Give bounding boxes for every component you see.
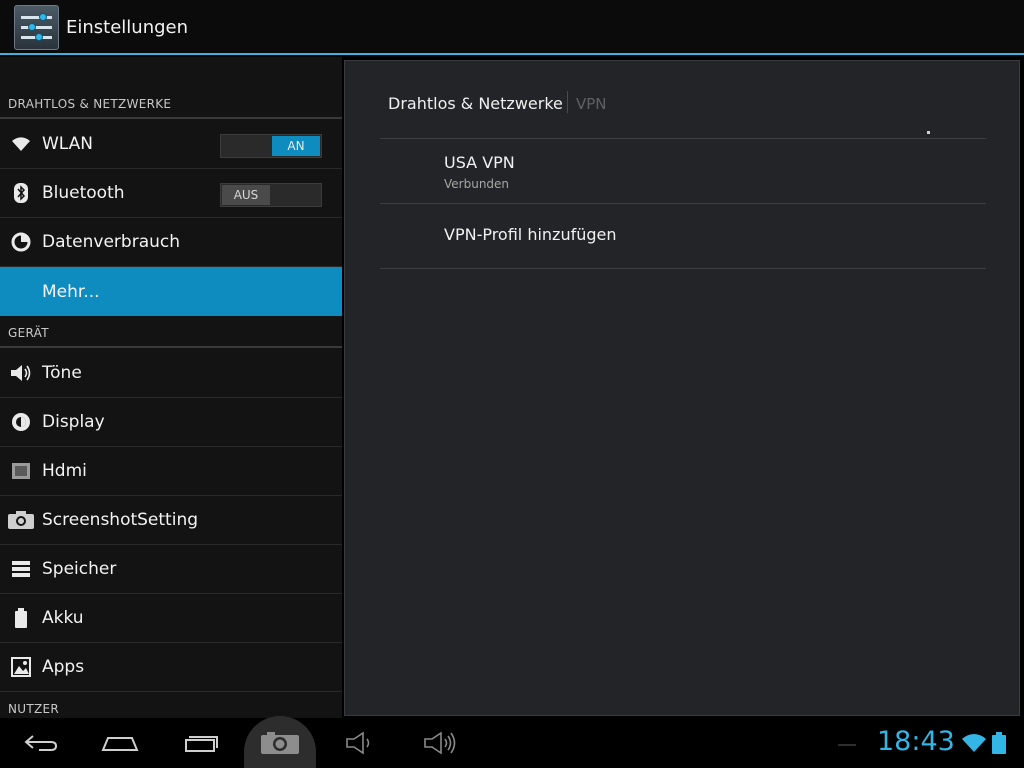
- app-title: Einstellungen: [66, 17, 189, 38]
- breadcrumb-separator: [567, 91, 568, 113]
- sidebar-item-wlan[interactable]: WLAN AN: [0, 120, 342, 169]
- sidebar-item-bluetooth[interactable]: Bluetooth AUS: [0, 169, 342, 218]
- detail-card: Drahtlos & Netzwerke VPN USA VPN Verbund…: [344, 60, 1020, 716]
- wlan-toggle[interactable]: AN: [220, 134, 322, 158]
- volume-up-icon[interactable]: [418, 718, 462, 768]
- vpn-item-title: VPN-Profil hinzufügen: [444, 225, 617, 244]
- apps-icon: [0, 643, 42, 692]
- storage-icon: [0, 545, 42, 594]
- hdmi-icon: [0, 447, 42, 496]
- action-bar-divider: [0, 53, 1024, 55]
- sidebar-item-battery[interactable]: Akku: [0, 594, 342, 643]
- home-icon[interactable]: [96, 718, 144, 768]
- vpn-item-summary: Verbunden: [444, 177, 510, 191]
- bluetooth-icon: [0, 169, 42, 218]
- bluetooth-toggle[interactable]: AUS: [220, 183, 322, 207]
- section-header-device: GERÄT: [8, 326, 49, 340]
- vpn-item-usa[interactable]: USA VPN Verbunden: [380, 139, 986, 203]
- settings-icon[interactable]: [14, 5, 59, 50]
- divider: [380, 268, 986, 269]
- sidebar-item-more[interactable]: Mehr...: [0, 267, 342, 316]
- sidebar-item-label: ScreenshotSetting: [42, 510, 199, 530]
- screenshot-icon[interactable]: [252, 718, 308, 768]
- speaker-icon: [0, 349, 42, 398]
- sidebar-item-label: WLAN: [42, 134, 94, 154]
- section-header-wireless: DRAHTLOS & NETZWERKE: [8, 97, 172, 111]
- vpn-item-title: USA VPN: [444, 153, 515, 172]
- toggle-state: AUS: [222, 185, 270, 205]
- sidebar-item-data-usage[interactable]: Datenverbrauch: [0, 218, 342, 267]
- sidebar-item-label: Töne: [42, 363, 82, 383]
- add-vpn-profile-item[interactable]: VPN-Profil hinzufügen: [380, 204, 986, 268]
- sidebar-item-label: Mehr...: [42, 281, 100, 302]
- sidebar-item-screenshot-setting[interactable]: ScreenshotSetting: [0, 496, 342, 545]
- battery-icon: [0, 594, 42, 643]
- sidebar-item-label: Datenverbrauch: [42, 232, 181, 252]
- settings-sidebar: DRAHTLOS & NETZWERKE WLAN AN Bluetooth A…: [0, 57, 342, 718]
- wifi-icon: [0, 120, 42, 169]
- volume-down-icon[interactable]: [340, 718, 380, 768]
- toggle-state: AN: [272, 136, 320, 156]
- menu-dot: [927, 131, 930, 134]
- sidebar-item-label: Hdmi: [42, 461, 87, 481]
- navigation-bar: 18:43: [0, 716, 1024, 768]
- action-bar: Einstellungen: [0, 0, 1024, 55]
- divider: [0, 346, 342, 348]
- sidebar-item-label: Apps: [42, 657, 85, 677]
- clock[interactable]: 18:43: [877, 726, 955, 757]
- breadcrumb-current: VPN: [576, 95, 607, 113]
- sidebar-item-sounds[interactable]: Töne: [0, 349, 342, 398]
- sidebar-item-apps[interactable]: Apps: [0, 643, 342, 692]
- camera-icon: [0, 496, 42, 545]
- sidebar-item-label: Bluetooth: [42, 183, 125, 203]
- battery-icon: [992, 732, 1006, 758]
- wifi-icon: [960, 732, 988, 758]
- sidebar-item-label: Speicher: [42, 559, 117, 579]
- brightness-icon: [0, 398, 42, 447]
- sidebar-item-hdmi[interactable]: Hdmi: [0, 447, 342, 496]
- detail-pane: Drahtlos & Netzwerke VPN USA VPN Verbund…: [342, 57, 1024, 718]
- sidebar-item-label: Display: [42, 412, 105, 432]
- sidebar-item-label: Akku: [42, 608, 84, 628]
- recent-apps-icon[interactable]: [178, 718, 224, 768]
- status-divider: [838, 744, 856, 746]
- divider: [0, 117, 342, 119]
- data-usage-icon: [0, 218, 42, 267]
- sidebar-item-display[interactable]: Display: [0, 398, 342, 447]
- back-icon[interactable]: [18, 718, 64, 768]
- section-header-user: NUTZER: [8, 702, 60, 716]
- breadcrumb-parent[interactable]: Drahtlos & Netzwerke: [388, 94, 563, 113]
- sidebar-item-storage[interactable]: Speicher: [0, 545, 342, 594]
